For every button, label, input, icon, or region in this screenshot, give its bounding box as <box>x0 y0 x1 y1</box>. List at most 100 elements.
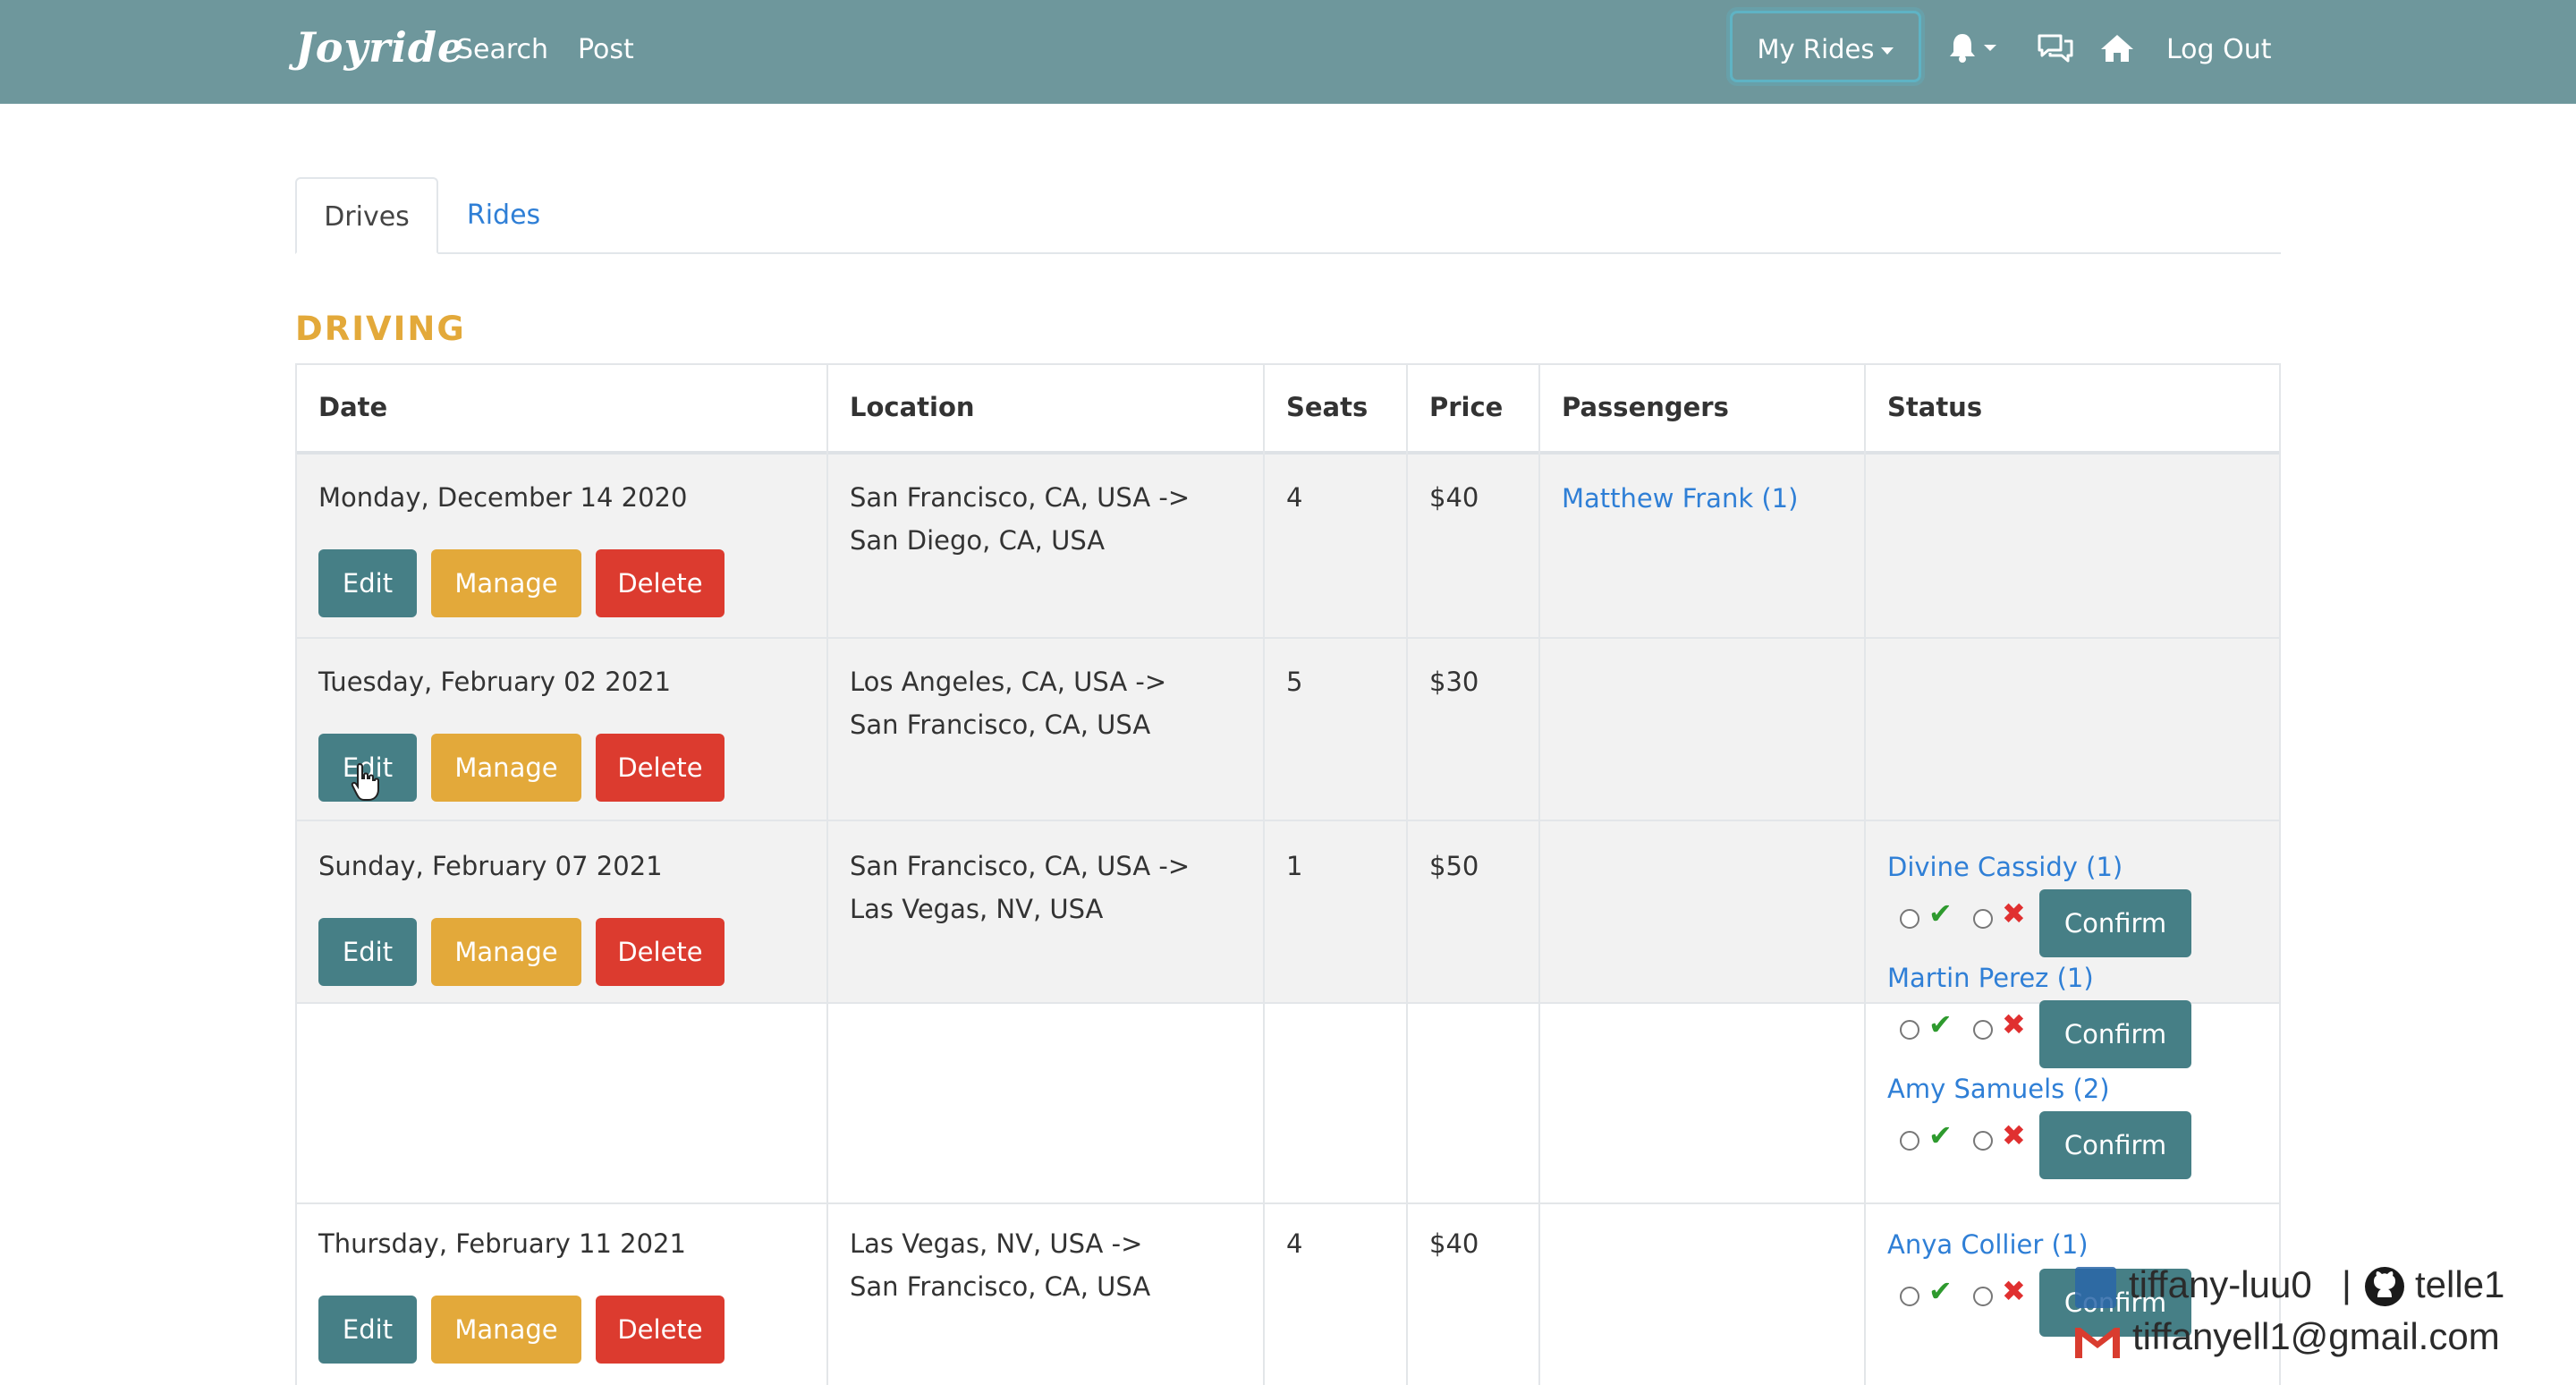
reject-radio[interactable] <box>1973 909 1993 929</box>
row3-location-from: San Francisco, CA, USA -> <box>850 851 1191 881</box>
tab-drives[interactable]: Drives <box>295 177 438 254</box>
row2-seats: 5 <box>1286 667 1303 697</box>
chevron-down-icon <box>1881 47 1894 55</box>
row3-date: Sunday, February 07 2021 <box>318 851 663 881</box>
row4-location-to: San Francisco, CA, USA <box>850 1271 1151 1302</box>
row4-seats: 4 <box>1286 1228 1303 1259</box>
row1-seats: 4 <box>1286 482 1303 513</box>
nav-post-link[interactable]: Post <box>578 34 634 65</box>
row1-location-to: San Diego, CA, USA <box>850 525 1106 556</box>
row2-location-from: Los Angeles, CA, USA -> <box>850 667 1167 697</box>
row3-seats: 1 <box>1286 851 1303 881</box>
tab-rides[interactable]: Rides <box>454 177 553 254</box>
pointer-cursor-icon <box>351 762 379 801</box>
row3-location-to: Las Vegas, NV, USA <box>850 894 1104 924</box>
accept-radio[interactable] <box>1900 1020 1919 1040</box>
row2-location-to: San Francisco, CA, USA <box>850 709 1151 740</box>
column-divider <box>826 363 828 1385</box>
row3-price: $50 <box>1429 851 1479 881</box>
check-icon: ✔ <box>1928 1274 1953 1308</box>
tabs-divider <box>295 252 2281 254</box>
header-date: Date <box>318 392 388 422</box>
header-price: Price <box>1429 392 1504 422</box>
section-title: DRIVING <box>295 310 466 348</box>
row-divider <box>295 1002 2281 1004</box>
row4-price: $40 <box>1429 1228 1479 1259</box>
column-divider <box>2279 363 2281 1385</box>
drives-table: Date Location Seats Price Passengers Sta… <box>295 363 2281 1385</box>
row1-price: $40 <box>1429 482 1479 513</box>
header-location: Location <box>850 392 975 422</box>
watermark-separator: | <box>2342 1263 2351 1305</box>
header-seats: Seats <box>1286 392 1368 422</box>
row-divider <box>295 820 2281 821</box>
messages-button[interactable] <box>2036 32 2075 68</box>
column-divider <box>1263 363 1265 1385</box>
row1-date: Monday, December 14 2020 <box>318 482 688 513</box>
row4-date: Thursday, February 11 2021 <box>318 1228 686 1259</box>
cross-icon: ✖ <box>2002 896 2026 930</box>
nav-search-link[interactable]: Search <box>456 34 548 65</box>
header-divider <box>295 451 2281 455</box>
reject-radio[interactable] <box>1973 1020 1993 1040</box>
row1-location-from: San Francisco, CA, USA -> <box>850 482 1191 513</box>
manage-button[interactable]: Manage <box>431 918 581 986</box>
manage-button[interactable]: Manage <box>431 734 581 802</box>
watermark-email: tiffanyell1@gmail.com <box>2132 1315 2500 1357</box>
manage-button[interactable]: Manage <box>431 1296 581 1364</box>
home-button[interactable] <box>2098 32 2136 68</box>
reject-radio[interactable] <box>1973 1131 1993 1151</box>
column-divider <box>1406 363 1408 1385</box>
check-icon: ✔ <box>1928 1118 1953 1152</box>
row4-location-from: Las Vegas, NV, USA -> <box>850 1228 1143 1259</box>
delete-button[interactable]: Delete <box>596 549 724 617</box>
column-divider <box>295 363 297 1385</box>
row2-date: Tuesday, February 02 2021 <box>318 667 672 697</box>
home-icon <box>2101 35 2133 62</box>
delete-button[interactable]: Delete <box>596 734 724 802</box>
row-divider <box>295 1202 2281 1204</box>
linkedin-icon <box>2075 1267 2116 1308</box>
delete-button[interactable]: Delete <box>596 1296 724 1364</box>
notifications-dropdown[interactable] <box>1948 30 2002 70</box>
bell-icon <box>1950 34 1996 63</box>
confirm-button[interactable]: Confirm <box>2039 889 2191 957</box>
delete-button[interactable]: Delete <box>596 918 724 986</box>
edit-button[interactable]: Edit <box>318 1296 417 1364</box>
passenger-link[interactable]: Matthew Frank (1) <box>1562 483 1798 514</box>
brand-logo[interactable]: Joyride <box>295 23 464 72</box>
accept-radio[interactable] <box>1900 1131 1919 1151</box>
table-border <box>295 363 2281 365</box>
edit-button[interactable]: Edit <box>318 549 417 617</box>
cross-icon: ✖ <box>2002 1007 2026 1041</box>
logout-link[interactable]: Log Out <box>2166 34 2272 65</box>
accept-radio[interactable] <box>1900 1287 1919 1306</box>
column-divider <box>1538 363 1540 1385</box>
chat-icon <box>2038 34 2073 63</box>
github-icon <box>2365 1267 2404 1306</box>
my-rides-dropdown[interactable]: My Rides <box>1730 11 1921 82</box>
request-passenger-link[interactable]: Divine Cassidy (1) <box>1887 852 2123 882</box>
top-navbar: Joyride Search Post My Rides Log Out <box>0 0 2576 104</box>
accept-radio[interactable] <box>1900 909 1919 929</box>
row-divider <box>295 637 2281 639</box>
row2-price: $30 <box>1429 667 1479 697</box>
header-passengers: Passengers <box>1562 392 1729 422</box>
column-divider <box>1864 363 1866 1385</box>
cross-icon: ✖ <box>2002 1274 2026 1308</box>
request-passenger-link[interactable]: Martin Perez (1) <box>1887 963 2094 993</box>
check-icon: ✔ <box>1928 1007 1953 1041</box>
watermark-github-name: telle1 <box>2415 1263 2505 1305</box>
check-icon: ✔ <box>1928 896 1953 930</box>
request-passenger-link[interactable]: Amy Samuels (2) <box>1887 1074 2110 1104</box>
reject-radio[interactable] <box>1973 1287 1993 1306</box>
gmail-icon <box>2075 1328 2120 1358</box>
edit-button[interactable]: Edit <box>318 918 417 986</box>
confirm-button[interactable]: Confirm <box>2039 1000 2191 1068</box>
my-rides-label: My Rides <box>1757 34 1875 64</box>
watermark-github-user: tiffany-luu0 <box>2129 1263 2312 1305</box>
manage-button[interactable]: Manage <box>431 549 581 617</box>
confirm-button[interactable]: Confirm <box>2039 1111 2191 1179</box>
header-status: Status <box>1887 392 1983 422</box>
request-passenger-link[interactable]: Anya Collier (1) <box>1887 1229 2089 1260</box>
